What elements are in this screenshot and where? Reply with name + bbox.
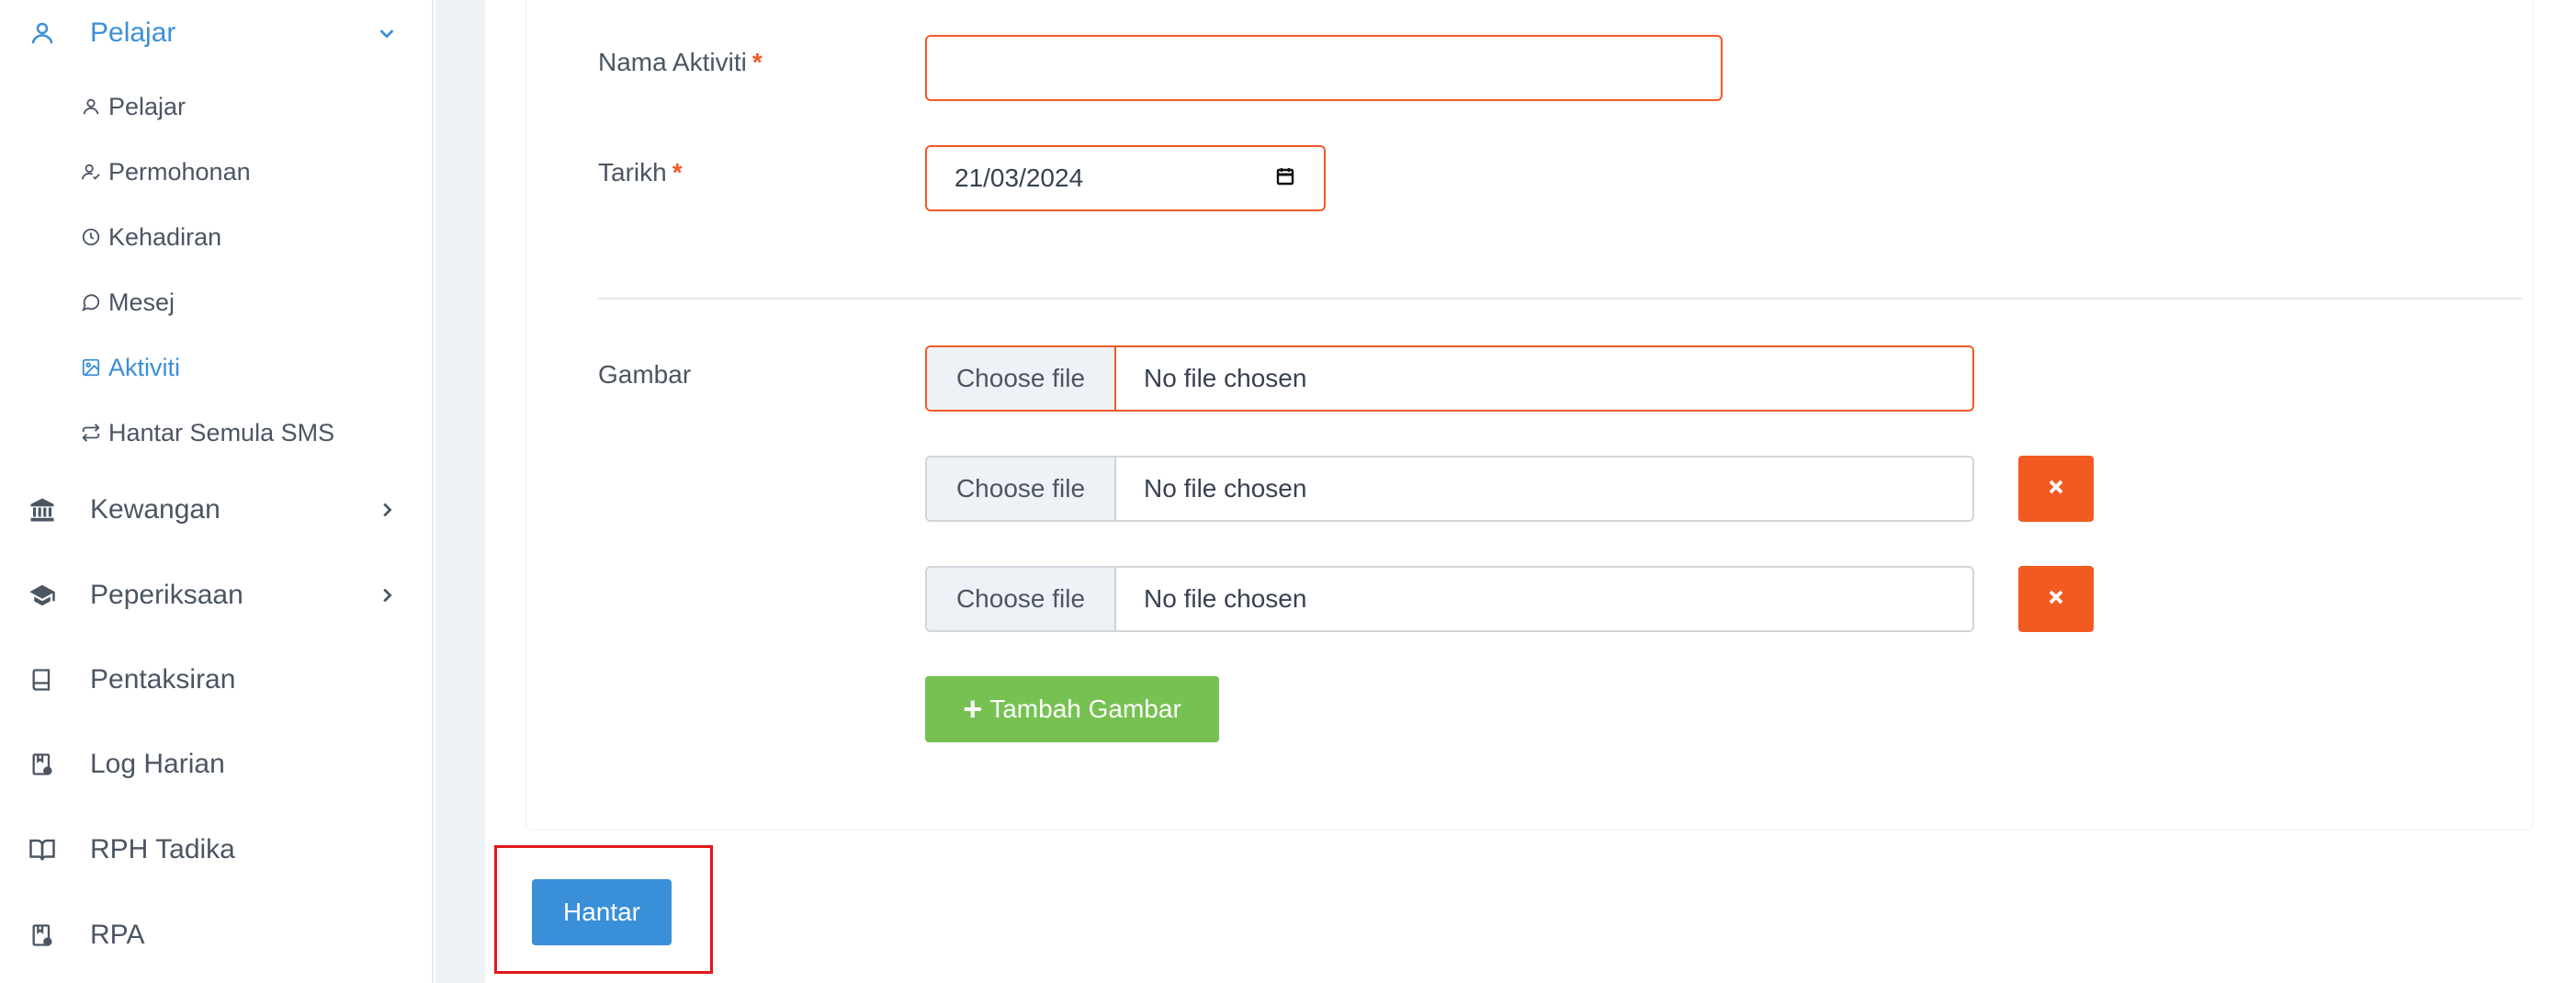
sidebar-item-kewangan[interactable]: Kewangan [26,484,399,536]
sidebar-subitem-label: Hantar Semula SMS [108,418,335,446]
chevron-right-icon [375,583,399,607]
bank-icon [26,493,59,526]
add-image-label: Tambah Gambar [989,695,1181,723]
required-mark: * [751,48,763,76]
sidebar-subitem-label: Kehadiran [108,222,222,251]
open-book-icon [26,833,59,866]
file-input-1[interactable]: Choose file No file chosen [925,345,1974,412]
choose-file-button[interactable]: Choose file [927,458,1116,520]
close-icon [2048,479,2064,500]
main-content: Nama Aktiviti * Tarikh * 21/03/2024 Gambar… [485,0,2576,983]
nama-aktiviti-input[interactable] [925,35,1723,101]
file-status-text: No file chosen [1144,474,1307,503]
message-icon [79,290,103,314]
user-check-icon [79,160,103,184]
sidebar-item-peperiksaan[interactable]: Peperiksaan [26,570,399,621]
sidebar-subitem-pelajar[interactable]: Pelajar [79,85,186,129]
sidebar-subitem-permohonan[interactable]: Permohonan [79,150,251,194]
sidebar-item-label: Log Harian [90,749,225,779]
choose-file-button[interactable]: Choose file [927,568,1116,630]
file-input-3[interactable]: Choose file No file chosen [925,566,1974,632]
chevron-down-icon [375,21,399,45]
sidebar-item-label: Pentaksiran [90,664,236,695]
form-divider [598,298,2522,299]
plus-icon: + [963,690,983,728]
clipboard-icon [26,919,59,952]
clock-icon [79,225,103,249]
sidebar-item-pentaksiran[interactable]: Pentaksiran [26,654,399,706]
tarikh-date-input[interactable]: 21/03/2024 [925,145,1326,211]
sidebar-item-label: RPA [90,920,145,950]
sidebar-subitem-hantar-semula-sms[interactable]: Hantar Semula SMS [79,411,334,455]
remove-image-button[interactable] [2018,566,2094,632]
sidebar-item-log-harian[interactable]: Log Harian [26,739,399,790]
sidebar-subitem-label: Aktiviti [108,353,181,381]
submit-button[interactable]: Hantar [532,879,672,945]
remove-image-button[interactable] [2018,456,2094,522]
graduation-cap-icon [26,579,59,612]
nama-aktiviti-label-text: Nama Aktiviti [598,48,747,76]
tarikh-date-value: 21/03/2024 [955,164,1084,192]
file-status-text: No file chosen [1144,584,1307,613]
calendar-icon[interactable] [1274,165,1296,192]
close-icon [2048,589,2064,610]
user-icon [26,17,59,50]
repeat-icon [79,421,103,445]
submit-highlight: Hantar [494,845,713,974]
chevron-right-icon [375,498,399,522]
required-mark: * [672,158,683,186]
sidebar-subitem-label: Permohonan [108,157,251,186]
sidebar-subitem-label: Mesej [108,288,175,316]
sidebar-item-label: Kewangan [90,494,220,525]
gambar-label: Gambar [598,360,691,390]
sidebar-item-rpa[interactable]: RPA [26,910,399,961]
sidebar-item-label: RPH Tadika [90,834,235,864]
image-icon [79,356,103,379]
sidebar-item-label: Peperiksaan [90,580,243,610]
sidebar-item-label: Pelajar [90,17,176,48]
choose-file-button[interactable]: Choose file [927,347,1116,410]
file-status-text: No file chosen [1144,364,1307,392]
tarikh-label-text: Tarikh [598,158,667,186]
sidebar-item-rph-tadika[interactable]: RPH Tadika [26,824,399,876]
add-image-button[interactable]: + Tambah Gambar [925,676,1219,742]
form-card: Nama Aktiviti * Tarikh * 21/03/2024 Gambar… [525,0,2534,830]
file-input-2[interactable]: Choose file No file chosen [925,456,1974,522]
user-icon [79,95,103,119]
sidebar: Pelajar Pelajar Permohonan Kehadiran Mes… [0,0,434,983]
sidebar-subitem-label: Pelajar [108,92,186,120]
sidebar-item-pelajar[interactable]: Pelajar [26,7,399,59]
sidebar-subitem-kehadiran[interactable]: Kehadiran [79,215,221,259]
sidebar-subitem-mesej[interactable]: Mesej [79,280,175,324]
tarikh-label: Tarikh * [598,158,683,187]
clipboard-icon [26,748,59,781]
gambar-label-text: Gambar [598,360,692,389]
book-icon [26,663,59,696]
sidebar-subitem-aktiviti[interactable]: Aktiviti [79,345,180,390]
content-gutter [435,0,485,983]
nama-aktiviti-label: Nama Aktiviti * [598,48,763,77]
